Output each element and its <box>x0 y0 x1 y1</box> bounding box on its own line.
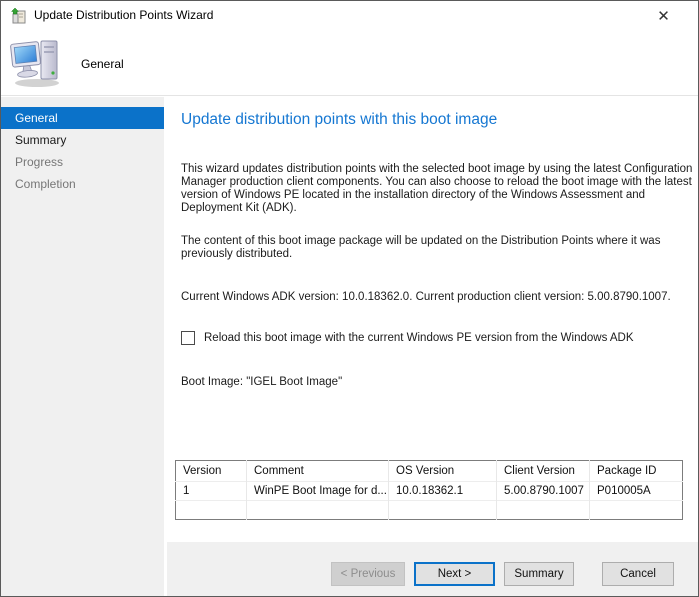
next-button[interactable]: Next > <box>414 562 495 586</box>
sidebar-item-label: Progress <box>15 155 63 169</box>
wizard-app-icon <box>10 7 28 25</box>
cell-package-id: P010005A <box>590 482 683 501</box>
sidebar-item-label: General <box>15 111 58 125</box>
table-row[interactable]: 1 WinPE Boot Image for d... 10.0.18362.1… <box>176 482 683 501</box>
reload-checkbox-row: Reload this boot image with the current … <box>181 331 634 345</box>
wizard-button-bar: < Previous Next > Summary Cancel <box>167 542 698 596</box>
column-header-comment[interactable]: Comment <box>247 461 389 482</box>
sidebar-item-completion: Completion <box>1 173 164 195</box>
window-title: Update Distribution Points Wizard <box>34 8 213 22</box>
column-header-client-version[interactable]: Client Version <box>497 461 590 482</box>
sidebar-item-summary[interactable]: Summary <box>1 129 164 151</box>
summary-button[interactable]: Summary <box>504 562 574 586</box>
wizard-steps-sidebar: General Summary Progress Completion <box>1 97 164 596</box>
header-step-label: General <box>81 57 124 71</box>
boot-image-table[interactable]: Version Comment OS Version Client Versio… <box>175 460 683 520</box>
cell-version: 1 <box>176 482 247 501</box>
close-button[interactable]: ✕ <box>641 1 686 31</box>
cancel-button[interactable]: Cancel <box>602 562 674 586</box>
reload-checkbox-label[interactable]: Reload this boot image with the current … <box>204 332 634 344</box>
close-icon: ✕ <box>657 7 670 25</box>
wizard-header: General <box>1 31 698 96</box>
wizard-page-general: Update distribution points with this boo… <box>167 97 698 542</box>
cell-comment: WinPE Boot Image for d... <box>247 482 389 501</box>
sidebar-item-general[interactable]: General <box>1 107 164 129</box>
cell-client-version: 5.00.8790.1007 <box>497 482 590 501</box>
title-bar: Update Distribution Points Wizard ✕ <box>1 1 698 31</box>
content-update-paragraph: The content of this boot image package w… <box>181 235 695 261</box>
table-empty-row <box>176 501 683 520</box>
description-paragraph: This wizard updates distribution points … <box>181 163 695 215</box>
table-header-row: Version Comment OS Version Client Versio… <box>176 461 683 482</box>
sidebar-item-progress: Progress <box>1 151 164 173</box>
adk-version-line: Current Windows ADK version: 10.0.18362.… <box>181 291 695 304</box>
column-header-os-version[interactable]: OS Version <box>389 461 497 482</box>
column-header-package-id[interactable]: Package ID <box>590 461 683 482</box>
computer-icon <box>9 35 65 91</box>
sidebar-item-label: Summary <box>15 133 66 147</box>
cell-os-version: 10.0.18362.1 <box>389 482 497 501</box>
sidebar-item-label: Completion <box>15 177 76 191</box>
update-distribution-points-wizard-window: Update Distribution Points Wizard ✕ <box>0 0 699 597</box>
previous-button: < Previous <box>331 562 405 586</box>
reload-checkbox[interactable] <box>181 331 195 345</box>
boot-image-line: Boot Image: "IGEL Boot Image" <box>181 376 695 389</box>
column-header-version[interactable]: Version <box>176 461 247 482</box>
page-title: Update distribution points with this boo… <box>181 111 497 129</box>
